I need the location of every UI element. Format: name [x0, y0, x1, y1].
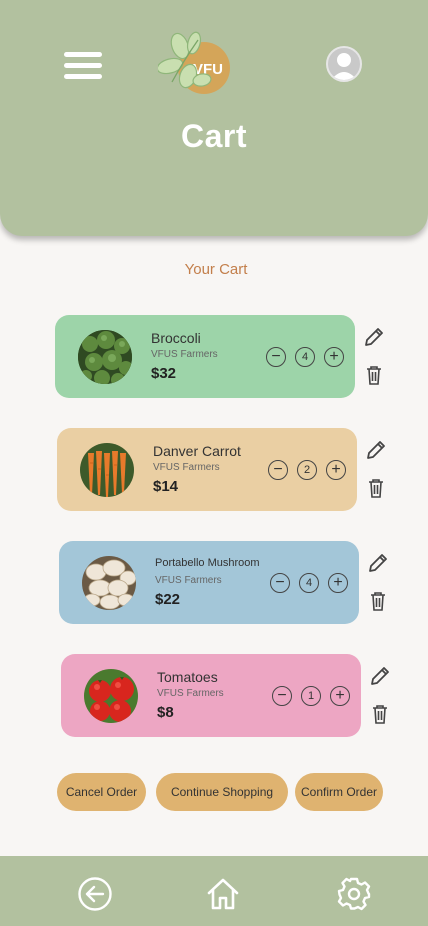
item-price: $22	[155, 591, 181, 608]
increase-quantity-button[interactable]: +	[326, 460, 346, 480]
continue-shopping-button[interactable]: Continue Shopping	[156, 773, 288, 811]
user-avatar-icon[interactable]	[326, 46, 362, 82]
quantity-stepper: − 4 +	[266, 347, 344, 367]
carrot-image	[80, 443, 134, 497]
quantity-stepper: − 2 +	[268, 460, 346, 480]
quantity-value: 2	[297, 460, 317, 480]
cart-item-tomatoes: Tomatoes VFUS Farmers $8 − 1 +	[61, 654, 361, 737]
header: VFU Cart	[0, 0, 428, 236]
cart-item-broccoli: Broccoli VFUS Farmers $32 − 4 +	[55, 315, 355, 398]
quantity-value: 4	[299, 573, 319, 593]
edit-pencil-icon[interactable]	[363, 326, 385, 348]
cancel-order-button[interactable]: Cancel Order	[57, 773, 146, 811]
increase-quantity-button[interactable]: +	[324, 347, 344, 367]
settings-gear-icon[interactable]	[336, 876, 372, 912]
cart-item-carrot: Danver Carrot VFUS Farmers $14 − 2 +	[57, 428, 357, 511]
increase-quantity-button[interactable]: +	[330, 686, 350, 706]
item-name: Danver Carrot	[153, 443, 241, 459]
item-price: $32	[151, 365, 177, 382]
cart-item-mushroom: Portabello Mushroom VFUS Farmers $22 − 4…	[59, 541, 359, 624]
leaf-logo-icon	[158, 31, 212, 89]
item-name: Broccoli	[151, 330, 201, 346]
item-farm: VFUS Farmers	[155, 575, 222, 586]
increase-quantity-button[interactable]: +	[328, 573, 348, 593]
edit-pencil-icon[interactable]	[367, 552, 389, 574]
confirm-order-button[interactable]: Confirm Order	[295, 773, 383, 811]
edit-pencil-icon[interactable]	[369, 665, 391, 687]
trash-icon[interactable]	[369, 703, 391, 725]
mushroom-image	[82, 556, 136, 610]
home-icon[interactable]	[205, 876, 241, 912]
cart-heading: Your Cart	[184, 261, 248, 278]
trash-icon[interactable]	[367, 590, 389, 612]
back-arrow-icon[interactable]	[77, 876, 113, 912]
broccoli-image	[78, 330, 132, 384]
decrease-quantity-button[interactable]: −	[270, 573, 290, 593]
decrease-quantity-button[interactable]: −	[266, 347, 286, 367]
quantity-stepper: − 1 +	[272, 686, 350, 706]
item-name: Tomatoes	[157, 669, 218, 685]
bottom-nav	[0, 856, 428, 926]
item-farm: VFUS Farmers	[153, 462, 220, 473]
item-name: Portabello Mushroom	[155, 557, 260, 569]
tomatoes-image	[84, 669, 138, 723]
item-farm: VFUS Farmers	[151, 349, 218, 360]
quantity-value: 4	[295, 347, 315, 367]
item-price: $14	[153, 478, 179, 495]
page-title: Cart	[180, 118, 247, 154]
edit-pencil-icon[interactable]	[365, 439, 387, 461]
decrease-quantity-button[interactable]: −	[268, 460, 288, 480]
trash-icon[interactable]	[365, 477, 387, 499]
item-farm: VFUS Farmers	[157, 688, 224, 699]
decrease-quantity-button[interactable]: −	[272, 686, 292, 706]
quantity-stepper: − 4 +	[270, 573, 348, 593]
item-price: $8	[157, 704, 174, 721]
quantity-value: 1	[301, 686, 321, 706]
hamburger-menu-icon[interactable]	[64, 52, 102, 80]
app-logo: VFU	[158, 30, 234, 94]
trash-icon[interactable]	[363, 364, 385, 386]
